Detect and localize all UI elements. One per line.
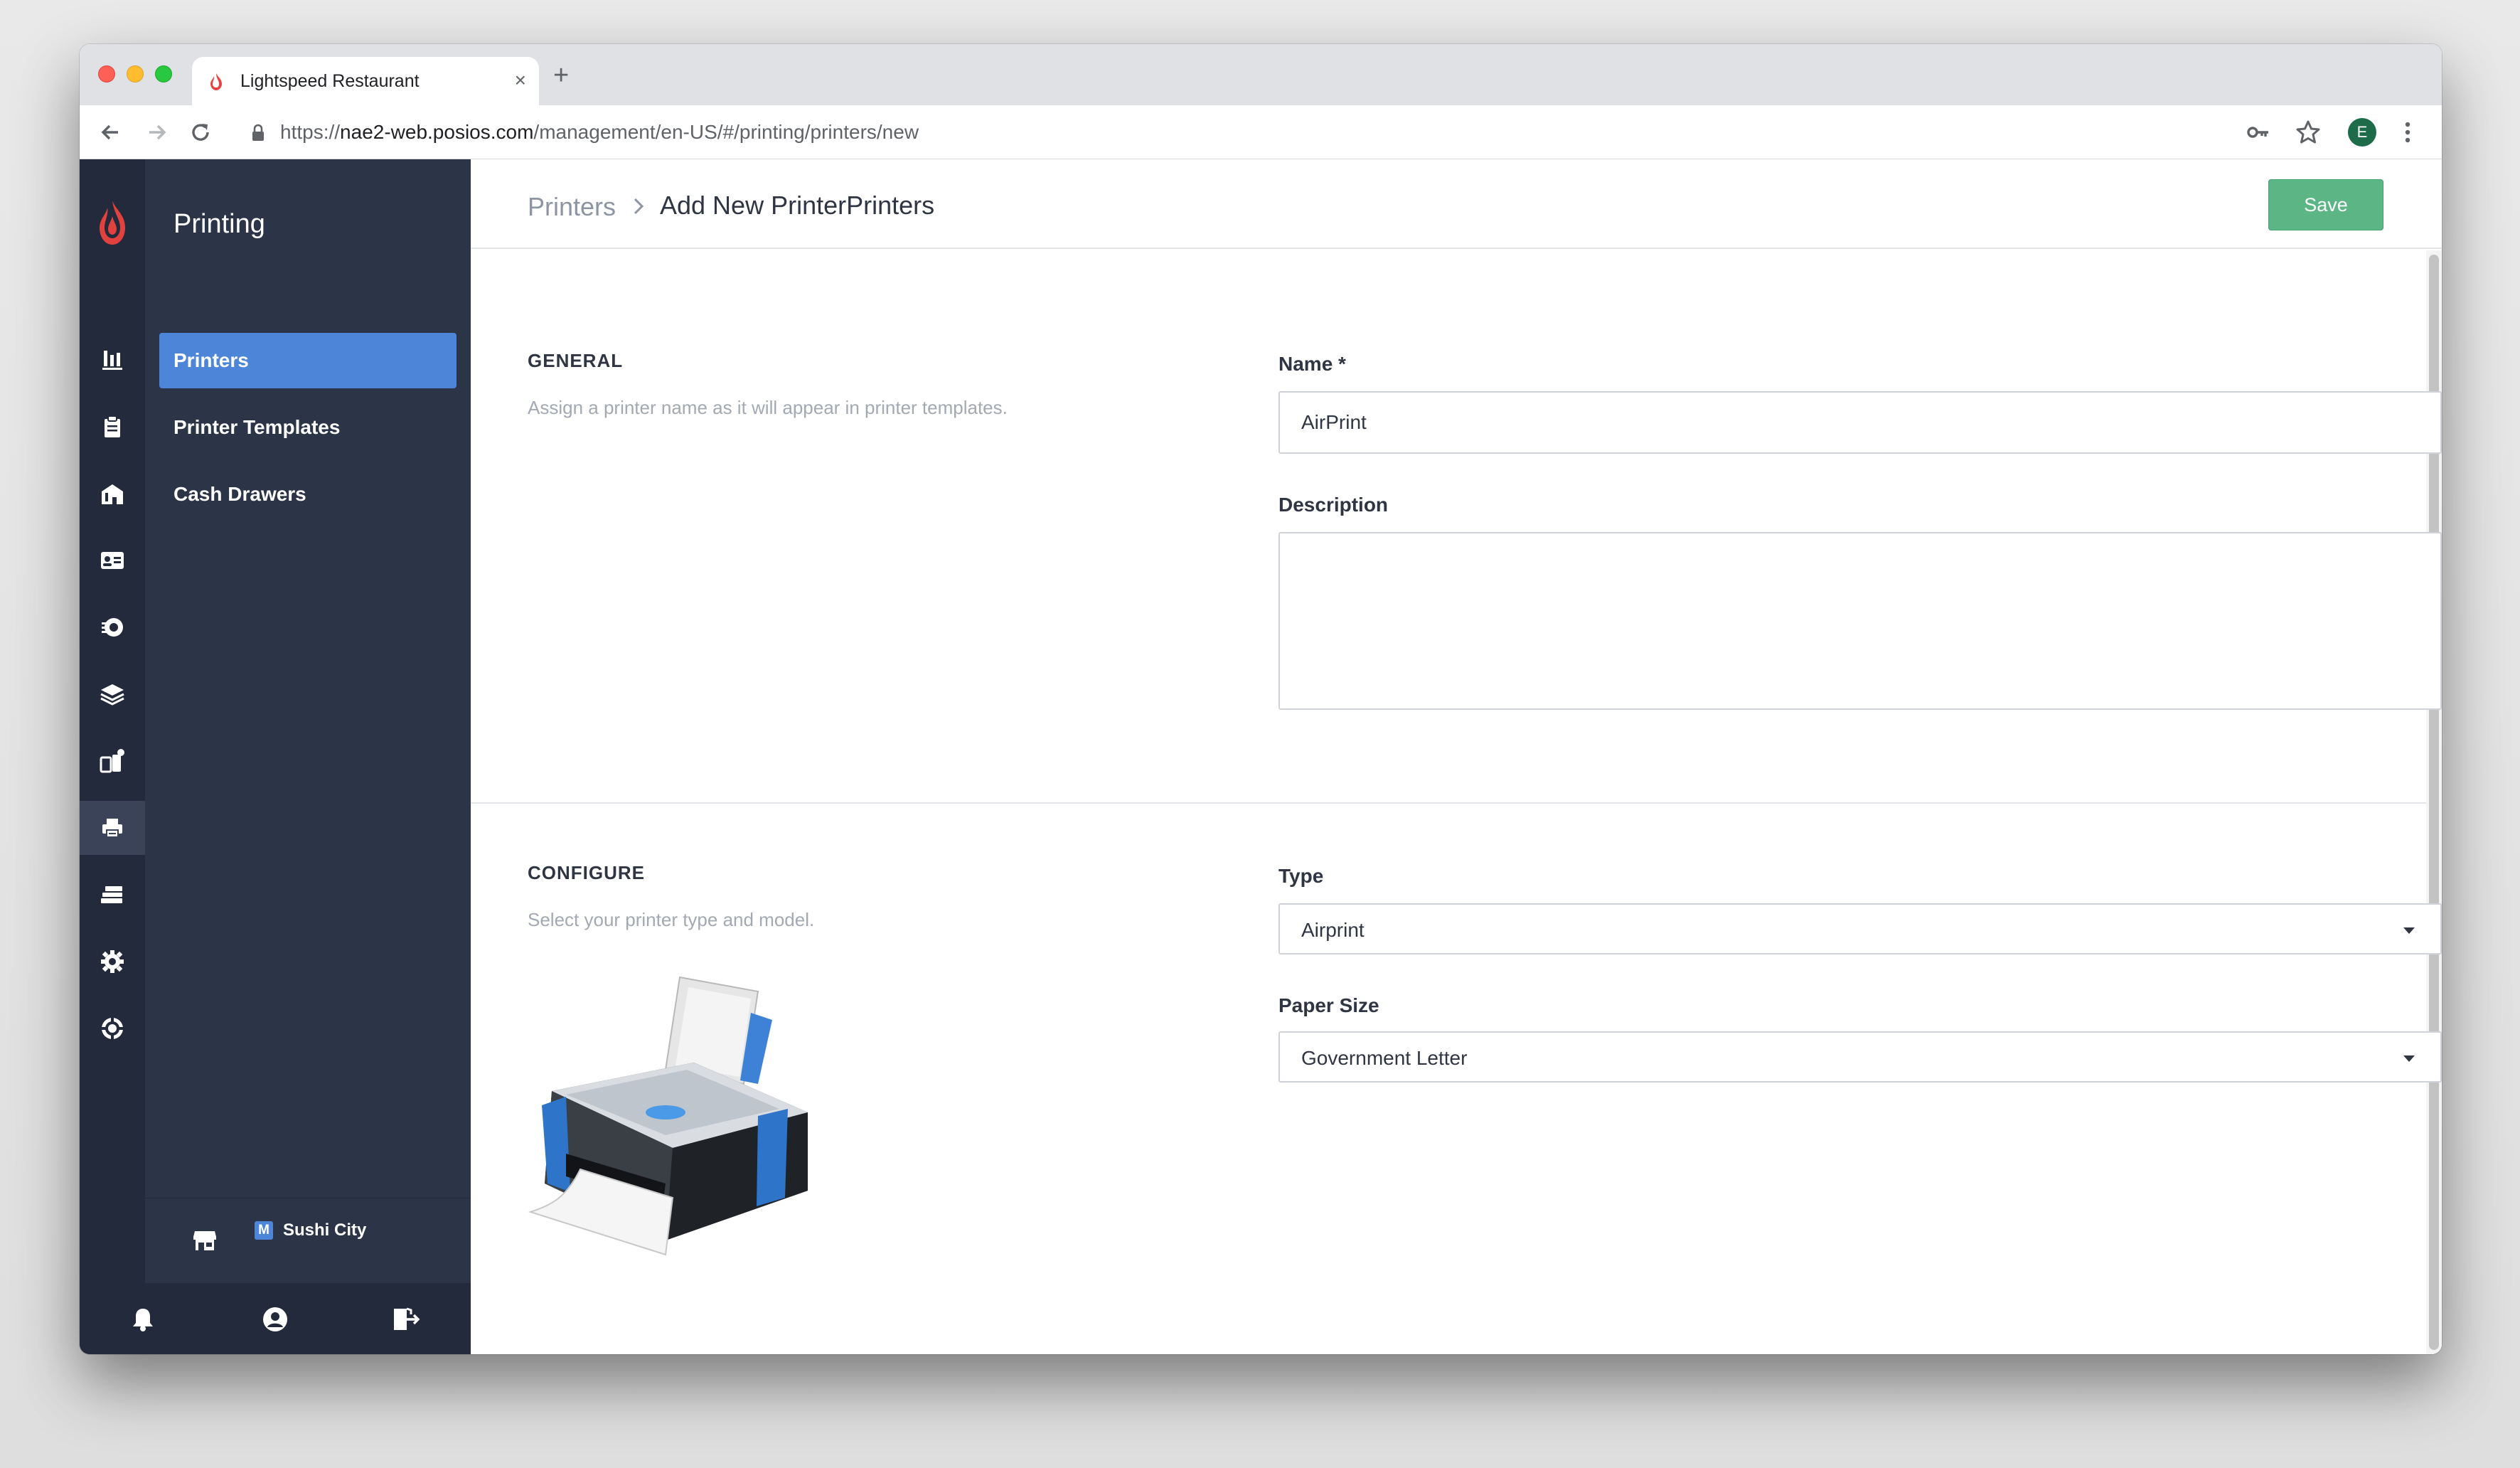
address-bar[interactable]: https://nae2-web.posios.com/management/e… [280,121,919,144]
id-card-icon [100,550,125,571]
rail-dashboard[interactable] [80,600,145,654]
caret-down-icon [2402,1054,2416,1063]
url-path: /management/en-US/#/printing/printers/ne… [533,121,919,143]
store-name: Sushi City [283,1220,367,1240]
section-sidebar: Printing Printers Printer Templates Cash… [145,159,471,1354]
devices-icon [99,748,126,775]
menu-kebab-icon[interactable] [2393,118,2422,147]
storefront-icon [192,1227,218,1252]
rail-printing[interactable] [80,801,145,855]
profile-avatar[interactable]: E [2348,118,2376,147]
rail-clipboard[interactable] [80,400,145,454]
configure-section-title: CONFIGURE [528,862,645,883]
printer-icon [100,817,124,839]
layers-icon [100,682,125,706]
rail-id-card[interactable] [80,533,145,587]
store-icon [100,482,125,506]
lightspeed-favicon-icon [208,73,225,91]
browser-tab[interactable]: Lightspeed Restaurant × [192,57,539,105]
close-window-button[interactable] [98,65,115,83]
icon-rail [80,159,145,1354]
app-root: Printing Printers Printer Templates Cash… [80,159,2442,1354]
type-label: Type [1278,865,1324,887]
browser-toolbar: https://nae2-web.posios.com/management/e… [80,105,2442,159]
help-icon [100,1016,125,1041]
caret-down-icon [2402,926,2416,935]
page-header: Printers Add New PrinterPrinters Save [471,159,2442,249]
section-divider [471,802,2426,804]
store-badge: M [255,1221,273,1240]
chevron-right-icon [631,196,646,216]
tab-close-icon[interactable]: × [515,70,526,90]
rail-reports[interactable] [80,333,145,387]
lock-icon [250,124,266,142]
paper-size-label: Paper Size [1278,994,1379,1016]
sidebar-title: Printing [173,209,265,239]
logout-icon[interactable] [391,1306,421,1333]
sidebar-item-printer-templates[interactable]: Printer Templates [159,400,457,455]
rail-layers[interactable] [80,667,145,721]
minimize-window-button[interactable] [127,65,144,83]
store-switcher[interactable]: M Sushi City [145,1198,471,1283]
general-section-title: GENERAL [528,350,624,371]
type-select[interactable]: Airprint [1278,903,2442,954]
url-host: nae2-web.posios.com [340,121,534,143]
rail-devices[interactable] [80,734,145,788]
gear-icon [100,949,125,974]
paper-size-select[interactable]: Government Letter [1278,1031,2442,1083]
printer-illustration-icon [523,970,815,1262]
description-textarea[interactable] [1278,532,2442,710]
page-title: Add New PrinterPrinters [660,191,935,220]
dashboard-icon [100,615,125,639]
description-label: Description [1278,494,1389,516]
rail-settings[interactable] [80,935,145,989]
bookmark-star-icon[interactable] [2294,118,2322,147]
rail-store[interactable] [80,467,145,521]
cash-drawer-icon [100,884,125,905]
new-tab-button[interactable]: + [553,62,569,89]
save-button[interactable]: Save [2268,179,2383,230]
back-icon[interactable] [97,118,125,147]
sidebar-item-cash-drawers[interactable]: Cash Drawers [159,467,457,522]
rail-help[interactable] [80,1001,145,1055]
rail-cash-drawer[interactable] [80,868,145,922]
clipboard-icon [100,415,124,439]
tab-title: Lightspeed Restaurant [240,71,420,91]
general-section-description: Assign a printer name as it will appear … [528,397,1008,418]
sidebar-item-printers[interactable]: Printers [159,333,457,388]
breadcrumb-printers-link[interactable]: Printers [528,192,616,222]
type-select-value: Airprint [1301,919,1365,941]
name-label: Name * [1278,353,1346,375]
main-content: Printers Add New PrinterPrinters Save GE… [471,159,2442,1354]
forward-icon[interactable] [142,118,171,147]
name-input[interactable] [1278,391,2442,454]
reload-icon[interactable] [186,118,215,147]
bell-icon[interactable] [129,1306,156,1333]
maximize-window-button[interactable] [155,65,172,83]
reports-icon [100,348,124,372]
url-scheme: https:// [280,121,341,143]
tab-strip: Lightspeed Restaurant × + [80,44,2442,105]
bottom-bar [80,1283,471,1354]
configure-section-description: Select your printer type and model. [528,909,815,930]
lightspeed-logo-icon[interactable] [94,199,131,246]
user-account-icon[interactable] [262,1306,289,1333]
browser-window: Lightspeed Restaurant × + https://nae2-w… [80,44,2442,1354]
paper-size-select-value: Government Letter [1301,1047,1468,1069]
key-icon[interactable] [2244,118,2273,147]
